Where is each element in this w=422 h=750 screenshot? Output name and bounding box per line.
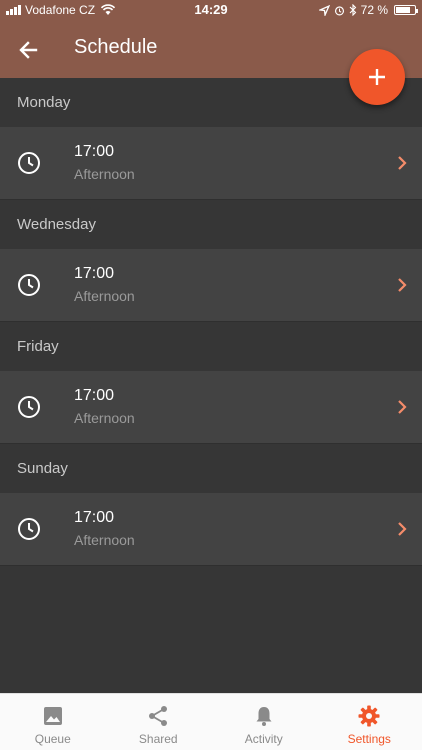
schedule-list: Monday 17:00 Afternoon Wednesday 17:00 A… [0,78,422,566]
day-header: Friday [0,322,422,371]
share-icon [149,706,168,726]
add-schedule-button[interactable] [349,49,405,105]
schedule-period: Afternoon [74,288,135,304]
day-header: Sunday [0,444,422,493]
bottom-tab-bar: Queue Shared Activity Settings [0,693,422,750]
clock-icon [18,152,40,174]
tab-label: Activity [244,732,283,746]
clock-icon [18,274,40,296]
schedule-period: Afternoon [74,532,135,548]
empty-area [0,566,422,693]
tab-activity[interactable]: Activity [211,694,317,750]
tab-label: Shared [138,732,178,746]
schedule-time: 17:00 [74,387,115,404]
alarm-icon [334,5,344,15]
tab-queue[interactable]: Queue [0,694,106,750]
image-icon [43,707,62,725]
schedule-row[interactable]: 17:00 Afternoon [0,127,422,200]
bluetooth-icon [349,4,356,16]
status-right: 72 % [318,0,418,20]
page-title: Schedule [74,36,158,58]
bell-icon [256,707,272,726]
chevron-right-icon [398,156,407,170]
status-bar: Vodafone CZ 14:29 72 % [0,0,422,20]
schedule-time: 17:00 [74,265,115,282]
tab-label: Queue [34,732,71,746]
arrow-left-icon[interactable] [14,35,44,65]
schedule-row[interactable]: 17:00 Afternoon [0,493,422,566]
location-arrow-icon [318,4,330,16]
schedule-row[interactable]: 17:00 Afternoon [0,249,422,322]
tab-shared[interactable]: Shared [106,694,212,750]
plus-icon [369,69,385,85]
schedule-period: Afternoon [74,410,135,426]
clock-icon [18,518,40,540]
schedule-row[interactable]: 17:00 Afternoon [0,371,422,444]
gear-icon [358,705,380,727]
schedule-period: Afternoon [74,166,135,182]
clock-icon [18,396,40,418]
schedule-time: 17:00 [74,509,115,526]
battery-icon [394,5,418,15]
chevron-right-icon [398,522,407,536]
tab-settings[interactable]: Settings [317,694,422,750]
day-header: Wednesday [0,200,422,249]
schedule-time: 17:00 [74,143,115,160]
tab-label: Settings [347,732,391,746]
battery-percent: 72 % [360,3,388,17]
chevron-right-icon [398,400,407,414]
chevron-right-icon [398,278,407,292]
